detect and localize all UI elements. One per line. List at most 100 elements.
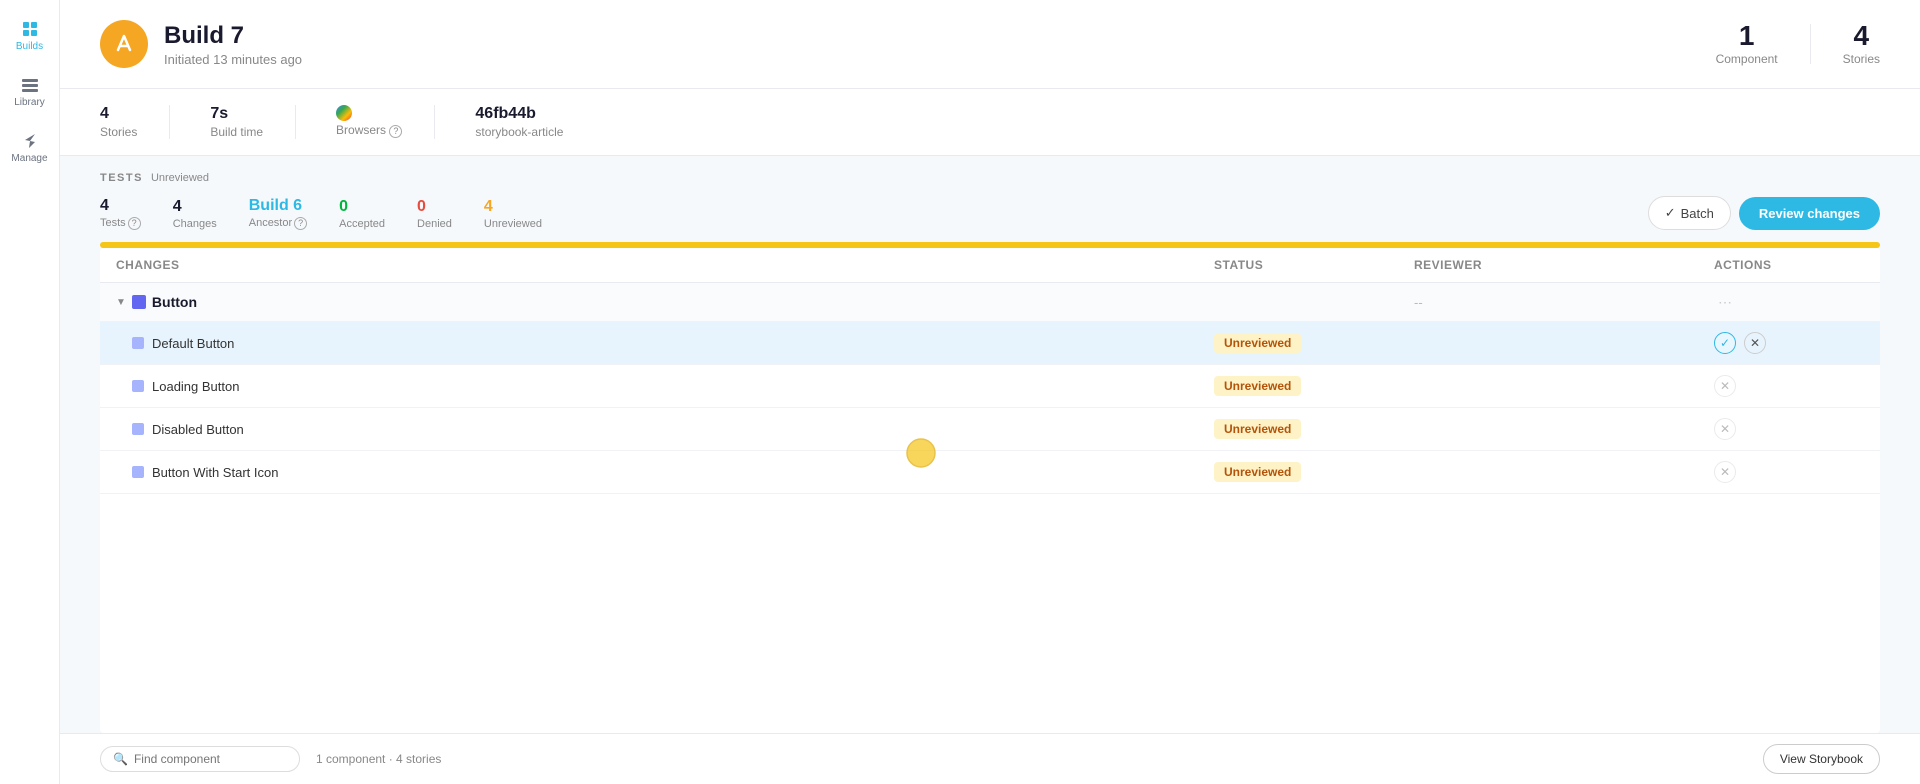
sidebar-label-library: Library xyxy=(14,97,45,108)
main-content: Build 7 Initiated 13 minutes ago 1 Compo… xyxy=(60,0,1920,784)
metric-browsers-label: Browsers ? xyxy=(336,123,402,138)
status-badge: Unreviewed xyxy=(1214,419,1301,439)
story-status: Unreviewed xyxy=(1214,419,1414,439)
sidebar-item-library[interactable]: Library xyxy=(6,68,54,116)
sidebar-item-builds[interactable]: Builds xyxy=(6,12,54,60)
metric-stories: 4 Stories xyxy=(100,105,170,139)
story-name-label: Default Button xyxy=(152,336,234,351)
tests-section: TESTS Unreviewed 4 Tests ? 4 Changes Bui xyxy=(60,156,1920,784)
deny-button[interactable]: ✕ xyxy=(1744,332,1766,354)
component-count: 1 xyxy=(1716,22,1778,50)
ancestor-info-icon[interactable]: ? xyxy=(294,217,307,230)
col-reviewer: Reviewer xyxy=(1414,258,1714,272)
table-row: Button With Start Icon Unreviewed ✕ xyxy=(100,451,1880,494)
story-status: Unreviewed xyxy=(1214,376,1414,396)
accepted-count: 0 xyxy=(339,198,385,216)
stories-count: 4 xyxy=(1843,22,1880,50)
stat-changes: 4 Changes xyxy=(173,198,217,230)
component-icon xyxy=(132,295,146,309)
build-subtitle: Initiated 13 minutes ago xyxy=(164,52,302,67)
table-row: Loading Button Unreviewed ✕ xyxy=(100,365,1880,408)
view-storybook-button[interactable]: View Storybook xyxy=(1763,744,1880,774)
library-icon xyxy=(21,76,39,94)
story-name: Loading Button xyxy=(116,379,1214,394)
story-name-label: Button With Start Icon xyxy=(152,465,278,480)
component-label: Component xyxy=(1716,52,1778,66)
build-avatar xyxy=(100,20,148,68)
story-actions: ✕ xyxy=(1714,375,1864,397)
story-name: Default Button xyxy=(116,336,1214,351)
build-info: Build 7 Initiated 13 minutes ago xyxy=(100,20,302,68)
accept-button[interactable]: ✓ xyxy=(1714,332,1736,354)
unreviewed-label: Unreviewed xyxy=(484,218,542,230)
deny-button[interactable]: ✕ xyxy=(1714,375,1736,397)
changes-label: Changes xyxy=(173,218,217,230)
denied-label: Denied xyxy=(417,218,452,230)
stat-unreviewed: 4 Unreviewed xyxy=(484,198,542,230)
accepted-label: Accepted xyxy=(339,218,385,230)
col-changes: Changes xyxy=(116,258,1214,272)
ancestor-label: Ancestor ? xyxy=(249,217,307,230)
metric-browsers: Browsers ? xyxy=(336,105,435,139)
review-changes-button[interactable]: Review changes xyxy=(1739,197,1880,230)
checkmark-icon: ✓ xyxy=(1665,205,1676,221)
ancestor-link[interactable]: Build 6 xyxy=(249,197,307,215)
batch-button[interactable]: ✓ Batch xyxy=(1648,196,1731,230)
metric-commit-label: storybook-article xyxy=(475,125,563,139)
stories-label: Stories xyxy=(1843,52,1880,66)
metrics-bar: 4 Stories 7s Build time Browsers ? 46fb4… xyxy=(60,89,1920,156)
story-icon xyxy=(132,423,144,435)
tests-info-icon[interactable]: ? xyxy=(128,217,141,230)
build-title: Build 7 xyxy=(164,22,302,50)
deny-button[interactable]: ✕ xyxy=(1714,461,1736,483)
status-badge: Unreviewed xyxy=(1214,376,1301,396)
component-action-icon[interactable]: ⋯ xyxy=(1714,291,1736,313)
story-name: Disabled Button xyxy=(116,422,1214,437)
search-icon: 🔍 xyxy=(113,752,128,766)
status-badge: Unreviewed xyxy=(1214,333,1301,353)
component-reviewer: -- xyxy=(1414,295,1714,310)
chevron-down-icon[interactable]: ▼ xyxy=(116,297,126,308)
metric-build-time-label: Build time xyxy=(210,125,263,139)
table-header-row: Changes Status Reviewer Actions xyxy=(100,248,1880,283)
footer-left: 🔍 1 component · 4 stories xyxy=(100,746,441,772)
deny-button[interactable]: ✕ xyxy=(1714,418,1736,440)
changes-count: 4 xyxy=(173,198,217,216)
sidebar-label-builds: Builds xyxy=(16,41,43,52)
metric-commit-value: 46fb44b xyxy=(475,105,563,123)
sidebar-item-manage[interactable]: Manage xyxy=(6,124,54,172)
component-name-label: Button xyxy=(152,294,197,310)
tests-stats-left: 4 Tests ? 4 Changes Build 6 Ancestor ? xyxy=(100,197,542,230)
page-header: Build 7 Initiated 13 minutes ago 1 Compo… xyxy=(60,0,1920,89)
stories-stat: 4 Stories xyxy=(1843,22,1880,66)
story-name-label: Loading Button xyxy=(152,379,239,394)
search-input[interactable] xyxy=(134,752,274,766)
metric-commit: 46fb44b storybook-article xyxy=(475,105,595,139)
tests-badge: Unreviewed xyxy=(151,172,209,184)
story-icon xyxy=(132,337,144,349)
footer-count: 1 component · 4 stories xyxy=(316,752,441,766)
header-stats: 1 Component 4 Stories xyxy=(1716,22,1880,66)
table-row: Default Button Unreviewed ✓ ✕ xyxy=(100,322,1880,365)
status-badge: Unreviewed xyxy=(1214,462,1301,482)
stats-divider xyxy=(1810,24,1811,64)
tests-header: TESTS Unreviewed xyxy=(60,156,1920,184)
tests-title: TESTS xyxy=(100,172,143,184)
story-name: Button With Start Icon xyxy=(116,465,1214,480)
story-icon xyxy=(132,466,144,478)
story-name-label: Disabled Button xyxy=(152,422,244,437)
stat-tests: 4 Tests ? xyxy=(100,197,141,230)
metric-stories-value: 4 xyxy=(100,105,137,123)
col-status: Status xyxy=(1214,258,1414,272)
metric-stories-label: Stories xyxy=(100,125,137,139)
story-status: Unreviewed xyxy=(1214,462,1414,482)
story-icon xyxy=(132,380,144,392)
metric-browsers-value xyxy=(336,105,402,121)
stat-ancestor[interactable]: Build 6 Ancestor ? xyxy=(249,197,307,230)
search-box[interactable]: 🔍 xyxy=(100,746,300,772)
story-status: Unreviewed xyxy=(1214,333,1414,353)
chrome-icon xyxy=(336,105,352,121)
browsers-info-icon[interactable]: ? xyxy=(389,125,402,138)
table-row: Disabled Button Unreviewed ✕ xyxy=(100,408,1880,451)
unreviewed-count: 4 xyxy=(484,198,542,216)
